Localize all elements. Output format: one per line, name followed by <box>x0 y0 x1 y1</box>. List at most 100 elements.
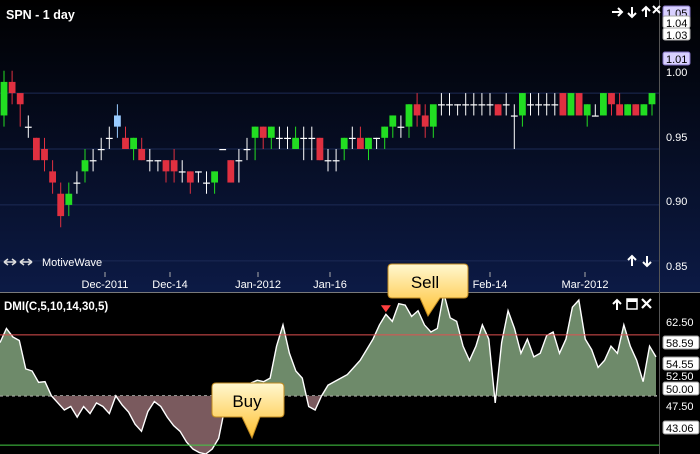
candle-body <box>608 93 615 105</box>
candle-body <box>340 137 348 149</box>
candle-body <box>243 149 251 151</box>
candle-body <box>405 104 413 127</box>
candle-body <box>381 126 389 138</box>
candle-body <box>33 137 40 161</box>
candle-body <box>170 160 178 172</box>
candle-body <box>16 93 24 105</box>
price-y-tick-label: 1.00 <box>666 67 687 79</box>
x-tick-label: Jan-16 <box>313 279 347 291</box>
candle-body <box>324 160 332 162</box>
candle-body <box>648 93 656 105</box>
candle-body <box>470 104 478 106</box>
candle-body <box>575 93 583 116</box>
candle-body <box>8 81 16 94</box>
candle-body <box>300 137 308 140</box>
candle-body <box>219 149 227 151</box>
candle-body <box>494 104 502 116</box>
candle-body <box>640 104 648 116</box>
dmi-y-tick-label: 58.59 <box>666 338 694 350</box>
candle-body <box>227 160 235 183</box>
candle-body <box>591 115 599 117</box>
candle-body <box>373 137 380 140</box>
dmi-y-tick-label: 52.50 <box>666 371 694 383</box>
candle-body <box>616 104 623 116</box>
candle-body <box>81 160 89 172</box>
candle-body <box>348 137 356 140</box>
candle-body <box>389 115 397 127</box>
sell-callout-label: Sell <box>411 273 439 292</box>
price-y-tick-label: 0.95 <box>666 132 687 144</box>
candle-body <box>308 137 316 140</box>
candle-body <box>235 160 243 162</box>
x-tick-label: Feb-14 <box>473 279 508 291</box>
candle-body <box>259 126 267 138</box>
candle-body <box>519 93 526 116</box>
price-y-tick-label: 1.03 <box>666 30 687 42</box>
candle-body <box>203 182 210 184</box>
candle-body <box>195 171 202 173</box>
candle-body <box>332 160 340 162</box>
candle-body <box>57 193 65 217</box>
x-tick-label: Dec-14 <box>152 279 187 291</box>
candle-body <box>583 104 591 116</box>
branding-label: MotiveWave <box>42 257 102 269</box>
candle-body <box>527 104 534 106</box>
candle-body <box>105 137 113 140</box>
candle-body <box>41 149 48 161</box>
candle-body <box>284 137 291 140</box>
candle-body <box>600 93 607 116</box>
candle-body <box>122 137 129 149</box>
price-panel-title: SPN - 1 day <box>6 8 75 22</box>
candle-body <box>454 104 461 106</box>
candle-body <box>186 171 194 183</box>
candle-body <box>357 137 364 149</box>
candle-body <box>162 160 170 172</box>
candle-body <box>154 160 162 162</box>
candle-body <box>89 160 97 162</box>
candle-body <box>510 115 518 117</box>
x-tick-label: Mar-2012 <box>561 279 608 291</box>
candle-body <box>24 126 32 128</box>
candle-body <box>276 137 283 140</box>
price-y-tick-label: 0.90 <box>666 196 687 208</box>
candle-body <box>251 126 259 138</box>
dmi-y-tick-label: 43.06 <box>666 423 694 435</box>
candle-body <box>146 160 154 162</box>
candle-body <box>178 171 186 173</box>
candle-body <box>535 104 542 106</box>
candle-body <box>73 182 81 184</box>
dmi-y-tick-label: 54.55 <box>666 359 694 371</box>
x-tick-label: Jan-2012 <box>235 279 281 291</box>
candle-body <box>130 137 137 149</box>
chart-canvas: 1.051.041.031.011.000.950.900.85 62.5058… <box>0 0 700 454</box>
candle-body <box>397 126 405 128</box>
x-tick-label: Dec-2011 <box>82 279 129 291</box>
candle-body <box>267 126 275 138</box>
candle-body <box>292 137 299 149</box>
price-y-tick-label: 1.01 <box>666 54 687 66</box>
indicator-panel-title: DMI(C,5,10,14,30,5) <box>4 301 108 313</box>
candle-body <box>559 93 567 116</box>
price-panel-background <box>0 0 700 292</box>
candle-body <box>97 149 105 151</box>
price-y-tick-label: 0.85 <box>666 261 687 273</box>
candle-body <box>486 104 494 106</box>
dmi-y-tick-label: 62.50 <box>666 317 694 329</box>
candle-body <box>316 137 324 161</box>
candle-body <box>365 137 372 149</box>
candle-body <box>478 104 486 106</box>
candle-body <box>114 115 121 127</box>
candle-body <box>462 104 470 106</box>
candle-body <box>429 104 437 127</box>
candle-body <box>543 104 551 106</box>
dmi-y-tick-label: 47.50 <box>666 401 694 413</box>
candle-body <box>438 104 445 106</box>
candle-body <box>138 149 146 161</box>
candle-body <box>502 104 510 106</box>
candle-body <box>211 171 218 183</box>
candle-body <box>421 115 429 127</box>
candle-body <box>49 171 56 183</box>
candle-body <box>567 93 575 116</box>
candle-body <box>446 104 453 106</box>
candle-body <box>632 104 640 116</box>
